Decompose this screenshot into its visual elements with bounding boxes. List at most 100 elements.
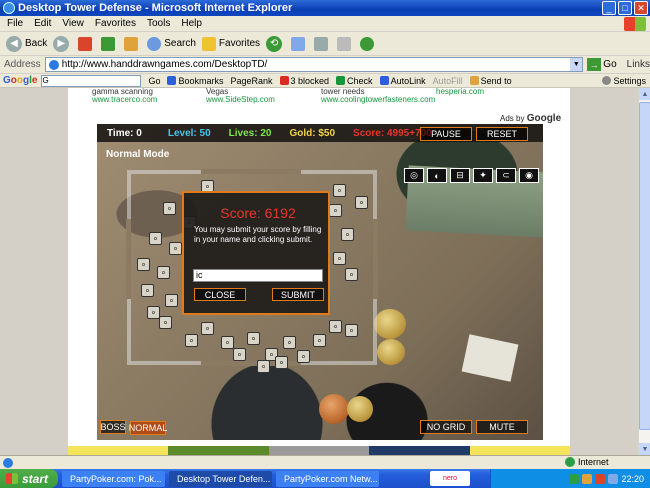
stop-icon [78, 36, 93, 51]
window-controls: _ □ ✕ [602, 1, 648, 15]
history-button[interactable]: ⟲ [266, 35, 285, 52]
clock: 22:20 [621, 473, 644, 484]
windows-logo-icon [624, 17, 646, 31]
squirt-tower-icon[interactable]: ◐ [427, 168, 447, 183]
dart-tower-icon[interactable]: ⊟ [450, 168, 470, 183]
menu-bar: File Edit View Favorites Tools Help [0, 16, 650, 32]
go-arrow-icon: → [587, 58, 602, 71]
bash-tower-icon[interactable]: ◉ [519, 168, 539, 183]
creep: ∘ [157, 266, 170, 279]
creep: ∘ [257, 360, 270, 373]
nero-toolbar[interactable]: nero [430, 471, 470, 486]
grid-exit-gap [373, 219, 378, 299]
scroll-up-icon[interactable]: ▲ [639, 88, 650, 100]
google-toolbar: Google G Go Bookmarks PageRank 3 blocked… [0, 74, 650, 88]
ad-item[interactable]: hesperia.com [436, 88, 546, 96]
back-arrow-icon: ◀ [6, 35, 22, 52]
time-display: Time: 0 [107, 127, 142, 139]
bookmarks-button[interactable]: Bookmarks [167, 76, 223, 86]
volume-icon[interactable] [608, 473, 619, 484]
page-loaded-icon [3, 457, 13, 468]
search-button[interactable]: Search [147, 36, 196, 51]
search-label: Search [164, 38, 196, 49]
taskbar-item-partypoker[interactable]: PartyPoker.com: Pok... [62, 470, 165, 487]
pause-button[interactable]: PAUSE [420, 127, 472, 141]
google-search-input[interactable]: G [41, 74, 142, 87]
address-dropdown-icon[interactable]: ▼ [570, 58, 583, 71]
menu-favorites[interactable]: Favorites [95, 18, 136, 29]
start-button[interactable]: start [0, 469, 58, 488]
autolink-button[interactable]: AutoLink [379, 76, 426, 86]
menu-edit[interactable]: Edit [34, 18, 51, 29]
scroll-thumb[interactable] [639, 102, 650, 430]
normal-button[interactable]: NORMAL [129, 421, 167, 435]
close-button[interactable]: ✕ [634, 1, 648, 15]
taskbar-item-desktop-tower-defense[interactable]: Desktop Tower Defen... [169, 470, 272, 487]
back-label: Back [25, 38, 48, 49]
link-icon [379, 76, 389, 85]
ad-item[interactable]: gamma scanning www.tracerco.com [92, 88, 202, 104]
menu-view[interactable]: View [62, 18, 84, 29]
ads-by-google[interactable]: Ads by Google [500, 113, 561, 124]
reset-button[interactable]: RESET [476, 127, 528, 141]
menu-tools[interactable]: Tools [147, 18, 170, 29]
ad-strip: gamma scanning www.tracerco.com Vegas www.… [90, 88, 560, 108]
google-logo[interactable]: Google [3, 75, 37, 86]
ad-item[interactable]: Vegas www.SideStep.com [206, 88, 316, 104]
creep: ∘ [169, 242, 182, 255]
edit-button[interactable] [337, 36, 354, 51]
creep: ∘ [141, 284, 154, 297]
no-grid-button[interactable]: NO GRID [420, 420, 472, 434]
menu-file[interactable]: File [7, 18, 23, 29]
creep: ∘ [345, 268, 358, 281]
home-button[interactable] [124, 36, 141, 51]
frost-tower-icon[interactable]: ⊂ [496, 168, 516, 183]
popup-blocker[interactable]: 3 blocked [279, 76, 329, 86]
scroll-down-icon[interactable]: ▼ [639, 443, 650, 455]
autofill-button[interactable]: AutoFill [433, 76, 463, 86]
forward-button[interactable]: ▶ [53, 35, 72, 52]
close-dialog-button[interactable]: CLOSE [194, 288, 246, 301]
mode-label: Normal Mode [106, 149, 170, 160]
minimize-button[interactable]: _ [602, 1, 616, 15]
player-name-input[interactable]: ic [193, 269, 323, 282]
game-canvas[interactable]: Time: 0 Level: 50 Lives: 20 Gold: $50 Sc… [97, 124, 543, 440]
lives-display: Lives: 20 [228, 127, 272, 139]
back-button[interactable]: ◀ Back [6, 35, 48, 52]
menu-help[interactable]: Help [181, 18, 202, 29]
vertical-scrollbar[interactable]: ▲ ▼ [638, 88, 650, 455]
title-bar[interactable]: Desktop Tower Defense - Microsoft Intern… [0, 0, 650, 16]
pagerank-indicator: PageRank [230, 75, 273, 86]
stop-button[interactable] [78, 36, 95, 51]
spellcheck-button[interactable]: Check [336, 76, 373, 86]
messenger-button[interactable] [360, 36, 377, 51]
boss-button[interactable]: BOSS [100, 420, 126, 434]
paper-note-image [461, 334, 519, 382]
pellet-tower-icon[interactable]: ◎ [404, 168, 424, 183]
taskbar-item-partypoker-network[interactable]: PartyPoker.com Netw... [276, 470, 379, 487]
security-icon[interactable] [582, 473, 593, 484]
sendto-button[interactable]: Send to [469, 76, 512, 86]
maximize-button[interactable]: □ [618, 1, 632, 15]
mute-button[interactable]: MUTE [476, 420, 528, 434]
network-icon[interactable] [569, 473, 580, 484]
taskbar: start PartyPoker.com: Pok... Desktop Tow… [0, 469, 650, 488]
links-button[interactable]: Links [627, 59, 650, 70]
antivirus-icon[interactable] [595, 473, 606, 484]
favorites-button[interactable]: Favorites [201, 36, 260, 51]
creep: ∘ [275, 356, 288, 369]
ad-item[interactable]: tower needs www.coolingtowerfasteners.com [321, 88, 451, 104]
submit-score-button[interactable]: SUBMIT [272, 288, 324, 301]
grid-entry-gap [126, 219, 131, 299]
settings-button[interactable]: Settings [602, 76, 646, 86]
mail-button[interactable] [291, 36, 308, 51]
creep: ∘ [355, 196, 368, 209]
google-go-button[interactable]: Go [148, 76, 160, 86]
print-button[interactable] [314, 36, 331, 51]
refresh-button[interactable] [101, 36, 118, 51]
go-button[interactable]: → Go [587, 58, 617, 71]
page-icon [48, 59, 59, 70]
swarm-tower-icon[interactable]: ✦ [473, 168, 493, 183]
creep: ∘ [163, 202, 176, 215]
address-input[interactable]: http://www.handdrawngames.com/DesktopTD/… [44, 57, 584, 72]
